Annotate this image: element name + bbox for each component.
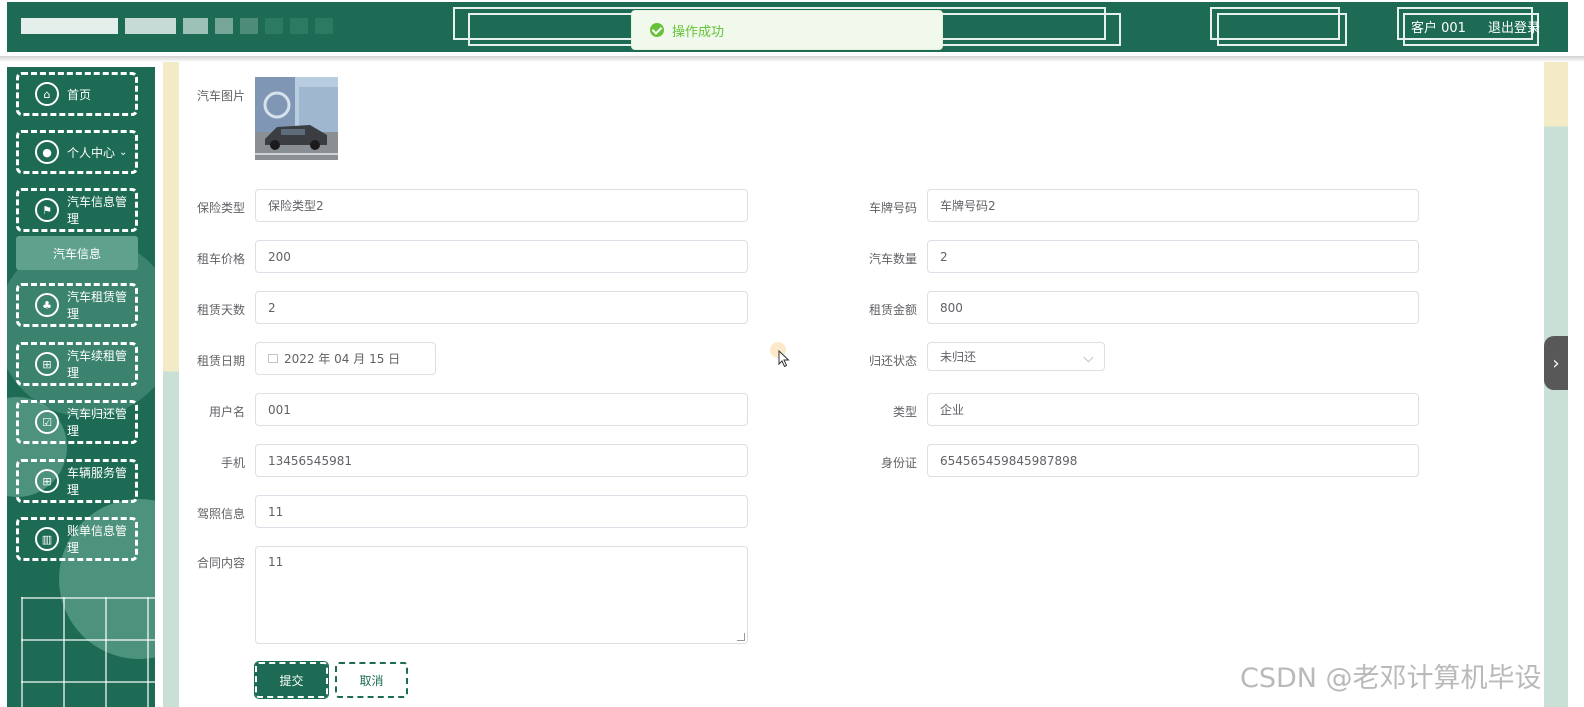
logo-block [315, 18, 333, 34]
sidebar-item-label: 汽车续租管理 [67, 349, 128, 380]
watermark: CSDN @老邓计算机毕设 [1240, 663, 1542, 694]
success-check-icon [650, 23, 664, 37]
contract-value: 11 [268, 555, 284, 569]
car-image-label: 汽车图片 [196, 89, 245, 103]
car-image[interactable] [255, 77, 338, 160]
sidebar-item-renewal[interactable]: ⊞ 汽车续租管理 [16, 342, 138, 386]
chevron-right-icon[interactable]: › [1544, 336, 1568, 390]
return-icon: ☑ [35, 410, 59, 434]
rental-date-label: 租赁日期 [196, 354, 245, 368]
chevron-down-icon: ⌄ [119, 146, 128, 158]
logo-block [21, 18, 118, 34]
logo-block [215, 18, 233, 34]
sidebar-item-car-info[interactable]: ⚑ 汽车信息管理 [16, 188, 138, 232]
car-count-label: 汽车数量 [868, 252, 917, 266]
user-area: 客户 001 退出登录 [1411, 17, 1540, 36]
chart-icon: ▥ [35, 527, 59, 551]
contract-textarea[interactable]: 11 [255, 546, 748, 644]
mouse-cursor-icon [778, 350, 790, 368]
sidebar-grid-decoration [21, 597, 155, 707]
user-icon: ● [35, 140, 59, 164]
sidebar-item-label: 首页 [67, 87, 92, 102]
logo-block [240, 18, 258, 34]
submenu-item-car-info[interactable]: 汽车信息 [16, 236, 138, 270]
cancel-button[interactable]: 取消 [335, 662, 408, 698]
type-field[interactable]: 企业 [927, 393, 1419, 426]
sidebar-item-return[interactable]: ☑ 汽车归还管理 [16, 400, 138, 444]
username-label: 用户名 [208, 405, 245, 419]
flag-icon: ⚑ [35, 198, 59, 222]
rental-price-field[interactable]: 200 [255, 240, 748, 273]
sidebar-item-label: 车辆服务管理 [67, 466, 128, 497]
id-card-field[interactable]: 654565459845987898 [927, 444, 1419, 477]
insurance-type-field[interactable]: 保险类型2 [255, 189, 748, 222]
rental-icon: ♣ [35, 293, 59, 317]
submit-button[interactable]: 提交 [254, 661, 329, 699]
insurance-type-label: 保险类型 [196, 201, 245, 215]
sidebar-item-label: 汽车信息管理 [67, 195, 128, 226]
resize-handle-icon[interactable] [737, 633, 745, 641]
logo-block [183, 18, 208, 34]
license-field[interactable]: 11 [255, 495, 748, 528]
return-status-label: 归还状态 [868, 354, 917, 368]
type-label: 类型 [892, 405, 917, 419]
sidebar: ⌂ 首页 ● 个人中心 ⌄ ⚑ 汽车信息管理 汽车信息 ♣ 汽车租赁管理 ⊞ 汽… [7, 67, 155, 707]
rental-days-label: 租赁天数 [196, 303, 245, 317]
logo-block [265, 18, 283, 34]
sidebar-item-vehicle-service[interactable]: ⊞ 车辆服务管理 [16, 459, 138, 503]
car-count-field[interactable]: 2 [927, 240, 1419, 273]
sidebar-item-home[interactable]: ⌂ 首页 [16, 72, 138, 116]
contract-label: 合同内容 [196, 556, 245, 570]
license-label: 驾照信息 [196, 507, 245, 521]
sidebar-item-car-rental[interactable]: ♣ 汽车租赁管理 [16, 283, 138, 327]
return-status-select[interactable]: 未归还 [927, 342, 1105, 371]
rental-date-picker[interactable]: 2022 年 04 月 15 日 [255, 342, 436, 375]
sidebar-item-label: 汽车归还管理 [67, 407, 128, 438]
return-status-value: 未归还 [940, 350, 977, 364]
sidebar-item-personal-center[interactable]: ● 个人中心 ⌄ [16, 130, 138, 174]
sidebar-item-billing[interactable]: ▥ 账单信息管理 [16, 517, 138, 561]
toast-message: 操作成功 [672, 24, 725, 40]
header-decoration [1217, 13, 1347, 46]
plate-number-label: 车牌号码 [868, 201, 917, 215]
phone-field[interactable]: 13456545981 [255, 444, 748, 477]
current-user: 客户 001 [1411, 21, 1466, 36]
id-card-label: 身份证 [880, 456, 917, 470]
phone-label: 手机 [220, 456, 245, 470]
grid-icon: ⊞ [35, 352, 59, 376]
background-stripe [163, 62, 179, 707]
username-field[interactable]: 001 [255, 393, 748, 426]
rental-price-label: 租车价格 [196, 252, 245, 266]
logout-link[interactable]: 退出登录 [1488, 17, 1540, 36]
logo-block [125, 18, 176, 34]
submenu-item-label: 汽车信息 [52, 246, 101, 261]
rental-amount-field[interactable]: 800 [927, 291, 1419, 324]
rental-days-field[interactable]: 2 [255, 291, 748, 324]
sidebar-item-label: 汽车租赁管理 [67, 290, 128, 321]
success-toast: 操作成功 [631, 10, 943, 50]
logo-block [290, 18, 308, 34]
rental-amount-label: 租赁金额 [868, 303, 917, 317]
home-icon: ⌂ [35, 82, 59, 106]
rental-date-value: 2022 年 04 月 15 日 [284, 352, 401, 366]
sidebar-item-label: 账单信息管理 [67, 524, 128, 555]
chevron-down-icon [1083, 352, 1094, 363]
plate-number-field[interactable]: 车牌号码2 [927, 189, 1419, 222]
calendar-icon [268, 354, 278, 363]
service-icon: ⊞ [35, 469, 59, 493]
sidebar-item-label: 个人中心 [67, 145, 116, 160]
